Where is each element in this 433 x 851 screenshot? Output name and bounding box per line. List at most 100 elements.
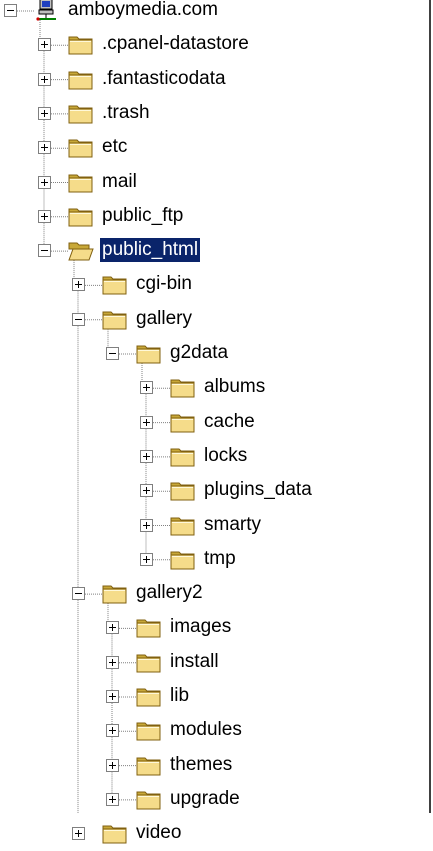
panel-border [429, 0, 431, 813]
tree-node-label[interactable]: install [168, 650, 221, 674]
folder-icon [136, 753, 162, 777]
tree-node-cgi-bin[interactable]: cgi-bin [0, 268, 420, 302]
collapse-toggle[interactable] [72, 587, 85, 601]
folder-icon [136, 615, 162, 639]
tree-node-upgrade[interactable]: upgrade [0, 783, 420, 817]
tree-node-etc[interactable]: etc [0, 131, 420, 165]
tree-node-label[interactable]: gallery2 [134, 581, 205, 605]
tree-node-label[interactable]: mail [100, 170, 139, 194]
tree-node-tmp[interactable]: tmp [0, 543, 420, 577]
tree-node-label[interactable]: modules [168, 718, 244, 742]
tree-node-g2data[interactable]: g2data [0, 337, 420, 371]
tree-node-trash[interactable]: .trash [0, 97, 420, 131]
tree-node-label[interactable]: albums [202, 375, 267, 399]
expand-toggle[interactable] [38, 72, 51, 86]
expand-toggle[interactable] [38, 141, 51, 155]
tree-node-themes[interactable]: themes [0, 749, 420, 783]
tree-node-fantasticodata[interactable]: .fantasticodata [0, 63, 420, 97]
folder-icon [136, 718, 162, 742]
folder-icon [68, 135, 94, 159]
folder-icon [68, 101, 94, 125]
collapse-toggle[interactable] [4, 4, 17, 17]
tree-node-label[interactable]: lib [168, 684, 191, 708]
tree-node-amboymedia-com[interactable]: amboymedia.com [0, 0, 420, 28]
tree-node-label[interactable]: .trash [100, 101, 152, 125]
folder-icon [68, 32, 94, 56]
folder-icon [170, 547, 196, 571]
expand-toggle[interactable] [140, 518, 153, 532]
folder-icon [170, 375, 196, 399]
folder-icon [102, 821, 128, 845]
tree-node-video[interactable]: video [0, 817, 420, 851]
tree-node-install[interactable]: install [0, 646, 420, 680]
tree-node-label[interactable]: locks [202, 444, 249, 468]
tree-node-label[interactable]: public_ftp [100, 204, 185, 228]
tree-node-label[interactable]: plugins_data [202, 478, 314, 502]
expand-toggle[interactable] [106, 690, 119, 703]
tree-node-locks[interactable]: locks [0, 440, 420, 474]
expand-toggle[interactable] [140, 381, 153, 395]
tree-node-albums[interactable]: albums [0, 371, 420, 405]
tree-node-lib[interactable]: lib [0, 680, 420, 714]
folder-icon [170, 410, 196, 434]
tree-node-label[interactable]: .cpanel-datastore [100, 32, 251, 56]
tree-node-label[interactable]: g2data [168, 341, 230, 365]
tree-node-label[interactable]: .fantasticodata [100, 67, 228, 91]
expand-toggle[interactable] [72, 827, 85, 841]
tree-node-label[interactable]: upgrade [168, 787, 242, 811]
expand-toggle[interactable] [38, 209, 51, 223]
folder-icon [136, 787, 162, 811]
collapse-toggle[interactable] [106, 347, 119, 360]
tree-node-public-html[interactable]: public_html [0, 234, 420, 268]
expand-toggle[interactable] [72, 278, 85, 292]
folder-icon [136, 341, 162, 365]
tree-node-label[interactable]: video [134, 821, 183, 845]
tree-node-cpanel-datastore[interactable]: .cpanel-datastore [0, 28, 420, 62]
tree-node-plugins-data[interactable]: plugins_data [0, 474, 420, 508]
folder-icon [102, 307, 128, 331]
tree-node-modules[interactable]: modules [0, 714, 420, 748]
expand-toggle[interactable] [140, 449, 153, 463]
expand-toggle[interactable] [106, 655, 119, 669]
tree-node-label[interactable]: smarty [202, 513, 263, 537]
expand-toggle[interactable] [38, 175, 51, 189]
folder-icon [170, 478, 196, 502]
folder-icon [170, 444, 196, 468]
folder-icon [102, 581, 128, 605]
folder-icon [68, 67, 94, 91]
tree-node-gallery[interactable]: gallery [0, 303, 420, 337]
folder-icon [136, 684, 162, 708]
tree-node-label[interactable]: gallery [134, 307, 194, 331]
tree-node-cache[interactable]: cache [0, 406, 420, 440]
tree-node-images[interactable]: images [0, 611, 420, 645]
expand-toggle[interactable] [106, 621, 119, 635]
tree-node-label[interactable]: cache [202, 410, 257, 434]
tree-node-gallery2[interactable]: gallery2 [0, 577, 420, 611]
expand-toggle[interactable] [140, 552, 153, 566]
expand-toggle[interactable] [106, 758, 119, 772]
tree-node-public-ftp[interactable]: public_ftp [0, 200, 420, 234]
expand-toggle[interactable] [38, 38, 51, 52]
expand-toggle[interactable] [38, 106, 51, 120]
open-folder-icon [68, 238, 94, 262]
tree-node-label[interactable]: public_html [98, 237, 202, 264]
expand-toggle[interactable] [106, 792, 119, 806]
tree-node-mail[interactable]: mail [0, 166, 420, 200]
expand-toggle[interactable] [140, 415, 153, 429]
tree-node-label[interactable]: cgi-bin [134, 272, 194, 296]
folder-icon [136, 650, 162, 674]
tree-node-label[interactable]: amboymedia.com [66, 0, 220, 22]
collapse-toggle[interactable] [72, 312, 85, 326]
tree-node-label[interactable]: images [168, 615, 233, 639]
folder-icon [102, 272, 128, 296]
expand-toggle[interactable] [140, 484, 153, 498]
collapse-toggle[interactable] [38, 244, 51, 258]
tree-node-label[interactable]: etc [100, 135, 129, 159]
tree-node-label[interactable]: themes [168, 753, 234, 777]
folder-icon [170, 513, 196, 537]
tree-node-label[interactable]: tmp [202, 547, 238, 571]
tree-node-smarty[interactable]: smarty [0, 509, 420, 543]
computer-icon [34, 0, 60, 22]
expand-toggle[interactable] [106, 724, 119, 738]
folder-icon [68, 170, 94, 194]
